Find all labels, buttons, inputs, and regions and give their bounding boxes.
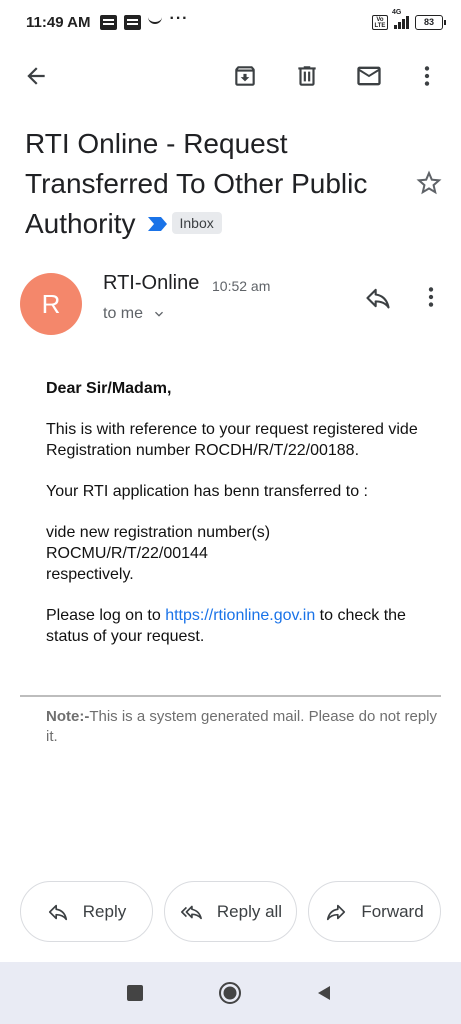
reply-all-button[interactable]: Reply all bbox=[164, 881, 297, 942]
delete-button[interactable] bbox=[291, 60, 323, 92]
volte-icon: Vo LTE bbox=[372, 14, 388, 30]
reply-all-label: Reply all bbox=[216, 901, 283, 921]
system-note: Note:-This is a system generated mail. P… bbox=[46, 707, 446, 747]
more-options-button[interactable] bbox=[411, 60, 443, 92]
body-text: Please log on to bbox=[46, 607, 166, 624]
email-body: Dear Sir/Madam, This is with reference t… bbox=[46, 378, 446, 667]
more-vert-icon bbox=[428, 287, 434, 307]
rti-online-link[interactable]: https://rtionline.gov.in bbox=[165, 607, 315, 624]
reply-label: Reply bbox=[82, 901, 127, 921]
archive-icon bbox=[235, 66, 255, 86]
archive-button[interactable] bbox=[229, 60, 261, 92]
email-subject: RTI Online - Request Transferred To Othe… bbox=[25, 124, 395, 244]
square-icon bbox=[127, 985, 143, 1001]
back-button[interactable] bbox=[20, 60, 52, 92]
reply-button-inline[interactable] bbox=[364, 284, 396, 316]
inbox-label-chip[interactable]: Inbox bbox=[171, 211, 222, 234]
system-status-icons: Vo LTE 4G 83 bbox=[372, 9, 446, 30]
status-bar: 11:49 AM ··· Vo LTE 4G 83 bbox=[0, 0, 461, 44]
signal-icon: 4G bbox=[392, 9, 409, 29]
reply-icon bbox=[366, 288, 390, 309]
sent-time: 10:52 am bbox=[212, 278, 271, 294]
app-notification-icon bbox=[148, 17, 163, 24]
forward-label: Forward bbox=[361, 901, 424, 921]
body-line: vide new registration number(s) bbox=[46, 524, 271, 541]
registration-number: ROCMU/R/T/22/00144 bbox=[46, 545, 208, 562]
mark-unread-button[interactable] bbox=[353, 60, 385, 92]
recipient-details-toggle[interactable]: to me bbox=[103, 305, 167, 323]
body-paragraph: vide new registration number(s) ROCMU/R/… bbox=[46, 522, 446, 585]
divider bbox=[20, 695, 441, 697]
network-type: 4G bbox=[392, 9, 402, 16]
home-button[interactable] bbox=[217, 980, 243, 1006]
more-notifications-icon: ··· bbox=[169, 10, 189, 27]
body-paragraph: Your RTI application has benn transferre… bbox=[46, 483, 368, 500]
recipient-text: to me bbox=[103, 305, 144, 322]
reply-icon bbox=[48, 904, 67, 920]
triangle-back-icon bbox=[318, 986, 330, 1000]
greeting: Dear Sir/Madam, bbox=[46, 380, 172, 397]
system-nav-bar bbox=[0, 962, 461, 1024]
status-time: 11:49 AM bbox=[26, 13, 91, 31]
arrow-back-icon bbox=[27, 67, 45, 85]
reply-button[interactable]: Reply bbox=[20, 881, 153, 942]
recents-button[interactable] bbox=[122, 980, 148, 1006]
more-vert-icon bbox=[424, 66, 430, 86]
note-text: This is a system generated mail. Please … bbox=[46, 708, 437, 745]
forward-icon bbox=[327, 904, 346, 920]
forward-button[interactable]: Forward bbox=[308, 881, 441, 942]
importance-marker-icon[interactable] bbox=[146, 216, 168, 232]
delete-icon bbox=[298, 66, 316, 86]
message-more-button[interactable] bbox=[418, 284, 446, 316]
notification-icons: ··· bbox=[100, 10, 188, 30]
back-nav-button[interactable] bbox=[311, 980, 337, 1006]
star-outline-icon bbox=[416, 170, 442, 195]
battery-icon: 83 bbox=[415, 14, 446, 30]
message-notification-icon bbox=[100, 14, 118, 30]
sender-avatar[interactable]: R bbox=[20, 273, 82, 335]
note-label: Note:- bbox=[46, 708, 90, 725]
mail-icon bbox=[357, 66, 381, 86]
body-line: respectively. bbox=[46, 566, 134, 583]
top-toolbar bbox=[0, 50, 461, 102]
home-circle-icon bbox=[219, 982, 241, 1004]
body-paragraph: This is with reference to your request r… bbox=[46, 421, 418, 459]
chevron-down-icon bbox=[155, 311, 164, 317]
sender-name: RTI-Online bbox=[103, 272, 200, 294]
reply-all-icon bbox=[180, 905, 202, 919]
star-button[interactable] bbox=[414, 168, 446, 200]
message-notification-icon bbox=[124, 14, 142, 30]
body-paragraph: Please log on to https://rtionline.gov.i… bbox=[46, 605, 446, 647]
